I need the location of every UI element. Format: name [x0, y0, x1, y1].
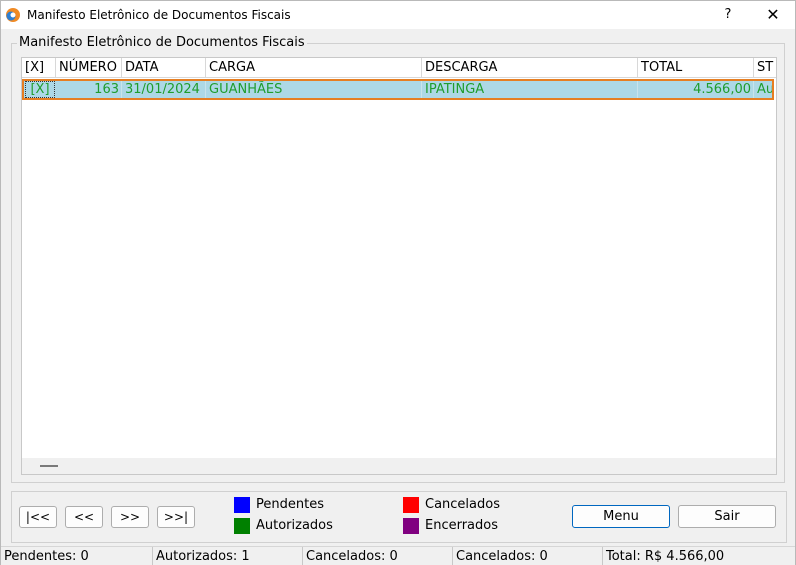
next-record-button[interactable]: >> — [111, 506, 149, 528]
legend-swatch-cancelados — [403, 497, 419, 513]
status-cancelados-2: Cancelados: 0 — [453, 547, 603, 565]
horizontal-scrollbar[interactable] — [22, 458, 776, 474]
first-record-button[interactable]: |<< — [19, 506, 57, 528]
help-button[interactable]: ? — [713, 2, 743, 28]
cell-numero: 163 — [56, 81, 122, 98]
group-title: Manifesto Eletrônico de Documentos Fisca… — [17, 35, 307, 50]
exit-button[interactable]: Sair — [678, 505, 776, 528]
row-select-checkbox[interactable]: [X] — [25, 81, 55, 98]
status-total: Total: R$ 4.566,00 — [606, 549, 725, 564]
main-window: Manifesto Eletrônico de Documentos Fisca… — [0, 0, 796, 565]
cell-data: 31/01/2024 — [122, 81, 206, 98]
legend-swatch-pendentes — [234, 497, 250, 513]
grid-header: [X] NÚMERO DATA CARGA DESCARGA TOTAL ST — [22, 58, 776, 78]
app-logo-icon — [6, 8, 20, 22]
cell-status: Au — [757, 82, 772, 97]
column-header-total[interactable]: TOTAL — [638, 58, 754, 78]
window-title: Manifesto Eletrônico de Documentos Fisca… — [27, 8, 291, 22]
status-cancelados: Cancelados: 0 — [303, 547, 453, 565]
legend-swatch-autorizados — [234, 518, 250, 534]
legend-label-cancelados: Cancelados — [425, 497, 500, 512]
status-bar: Pendentes: 0 Autorizados: 1 Cancelados: … — [1, 546, 795, 565]
column-header-numero[interactable]: NÚMERO — [56, 58, 122, 78]
close-button[interactable]: ✕ — [757, 2, 789, 28]
previous-record-button[interactable]: << — [65, 506, 103, 528]
column-header-status[interactable]: ST — [754, 58, 776, 78]
legend-label-encerrados: Encerrados — [425, 518, 499, 533]
column-header-data[interactable]: DATA — [122, 58, 206, 78]
manifest-grid[interactable]: [X] NÚMERO DATA CARGA DESCARGA TOTAL ST … — [21, 57, 777, 475]
legend-swatch-encerrados — [403, 518, 419, 534]
cell-descarga: IPATINGA — [422, 81, 638, 98]
column-header-descarga[interactable]: DESCARGA — [422, 58, 638, 78]
menu-button[interactable]: Menu — [572, 505, 670, 528]
cell-total: 4.566,00 — [638, 81, 754, 98]
last-record-button[interactable]: >>| — [157, 506, 195, 528]
column-header-select[interactable]: [X] — [22, 58, 56, 78]
status-pendentes: Pendentes: 0 — [1, 547, 153, 565]
table-row[interactable]: [X] 163 31/01/2024 GUANHÃES IPATINGA 4.5… — [22, 79, 774, 100]
legend-label-pendentes: Pendentes — [256, 497, 324, 512]
status-autorizados: Autorizados: 1 — [153, 547, 303, 565]
title-bar[interactable]: Manifesto Eletrônico de Documentos Fisca… — [1, 1, 795, 29]
scrollbar-thumb[interactable] — [40, 465, 58, 467]
cell-carga: GUANHÃES — [206, 81, 422, 98]
legend-label-autorizados: Autorizados — [256, 518, 333, 533]
column-header-carga[interactable]: CARGA — [206, 58, 422, 78]
